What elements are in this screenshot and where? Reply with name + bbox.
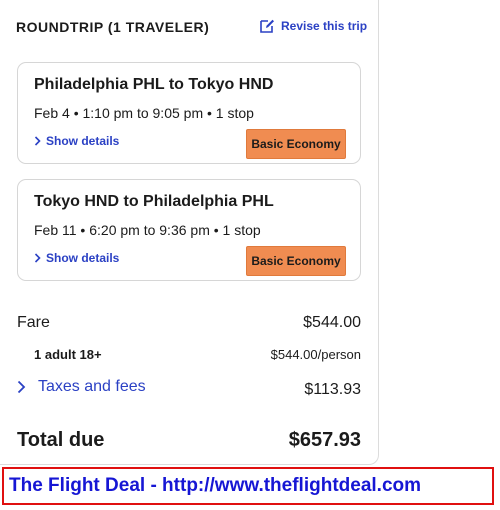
trip-summary-panel: ROUNDTRIP (1 TRAVELER) Revise this trip … [0,0,379,465]
flight-card-outbound: Philadelphia PHL to Tokyo HND Feb 4 • 1:… [17,62,361,164]
taxes-label: Taxes and fees [38,378,146,395]
show-details-link[interactable]: Show details [34,134,119,148]
fare-value: $544.00 [303,314,361,331]
fare-class-badge: Basic Economy [246,246,346,276]
taxes-toggle[interactable]: Taxes and fees [17,378,146,396]
flight-route: Philadelphia PHL to Tokyo HND [34,76,274,93]
fare-class-badge: Basic Economy [246,129,346,159]
flight-schedule: Feb 11 • 6:20 pm to 9:36 pm • 1 stop [34,222,261,238]
total-label: Total due [17,429,105,451]
taxes-row: Taxes and fees $113.93 [17,378,361,399]
show-details-label: Show details [46,251,120,265]
chevron-right-icon [17,380,26,394]
flight-route: Tokyo HND to Philadelphia PHL [34,193,274,210]
watermark-banner: The Flight Deal - http://www.theflightde… [2,467,494,505]
edit-icon [260,19,274,33]
adult-label: 1 adult 18+ [34,347,102,362]
show-details-label: Show details [46,134,120,148]
flight-schedule: Feb 4 • 1:10 pm to 9:05 pm • 1 stop [34,105,254,121]
adult-value: $544.00/person [270,347,361,362]
fare-row: Fare $544.00 [17,314,361,332]
banner-text: The Flight Deal - http://www.theflightde… [9,475,422,496]
show-details-link[interactable]: Show details [34,251,119,265]
adult-fare-row: 1 adult 18+ $544.00/person [17,347,361,362]
total-row: Total due $657.93 [17,429,361,452]
revise-trip-label: Revise this trip [281,19,368,33]
trip-type-heading: ROUNDTRIP (1 TRAVELER) [16,19,210,35]
total-value: $657.93 [288,429,361,451]
fare-label: Fare [17,314,50,331]
revise-trip-link[interactable]: Revise this trip [259,18,367,34]
taxes-value: $113.93 [304,381,361,398]
chevron-right-icon [34,136,41,146]
flight-card-return: Tokyo HND to Philadelphia PHL Feb 11 • 6… [17,179,361,281]
chevron-right-icon [34,253,41,263]
